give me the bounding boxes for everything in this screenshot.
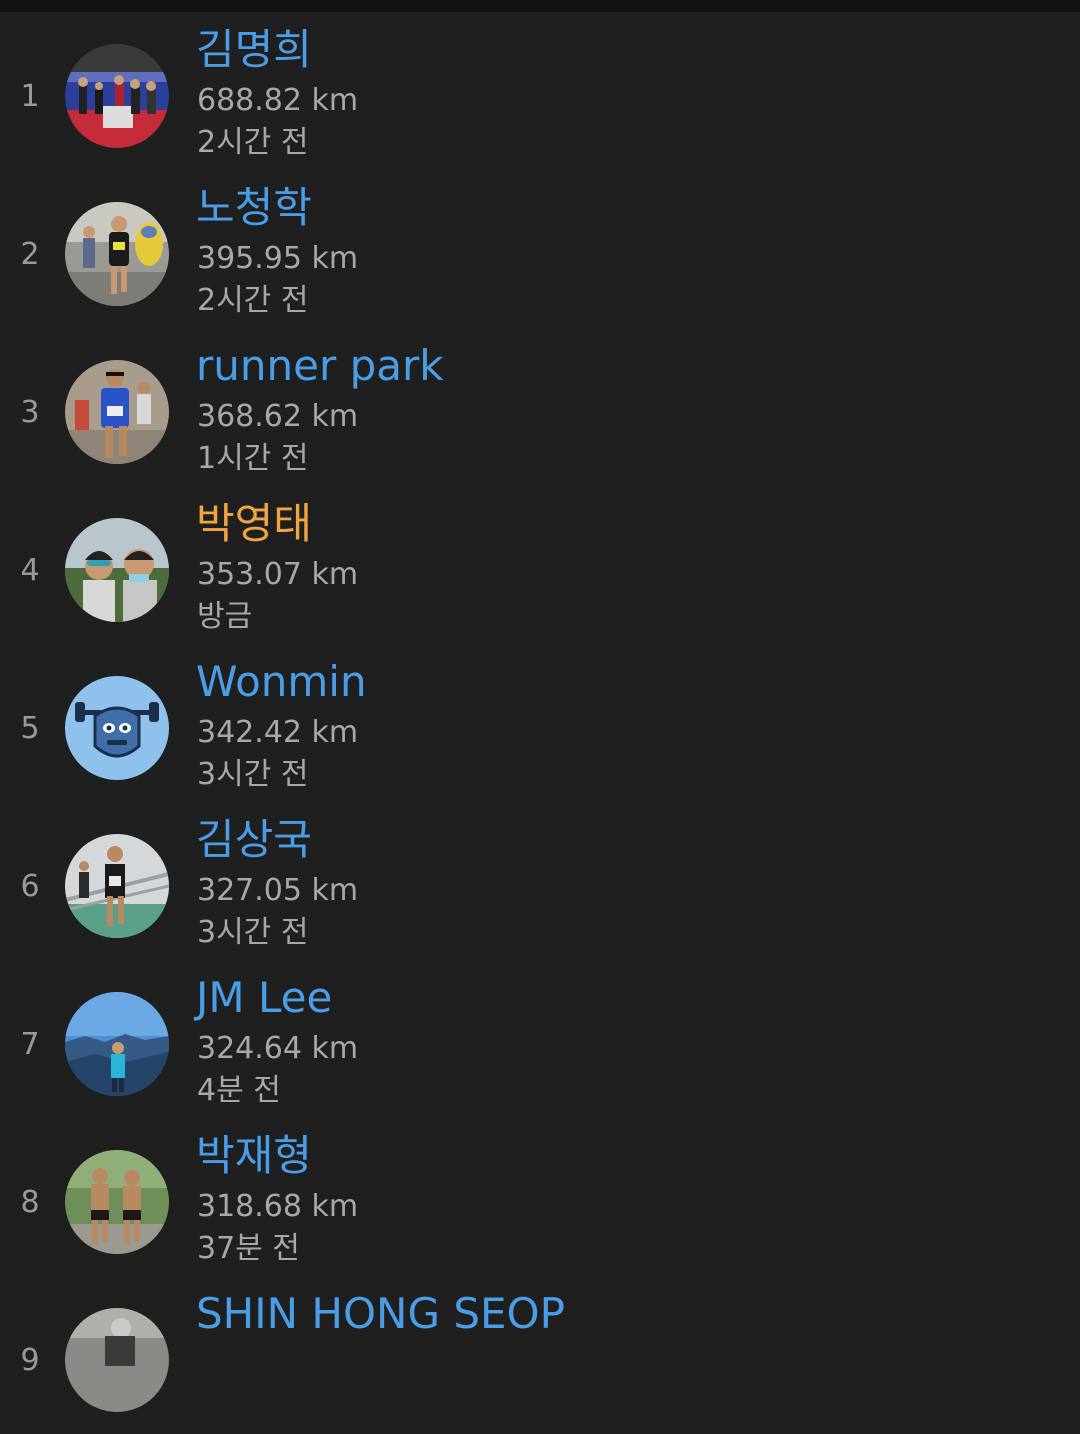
bridge-runner-photo	[65, 834, 169, 938]
leaderboard-row[interactable]: 1 김명희 688.82 km 2시간 전	[0, 12, 1080, 170]
athlete-name[interactable]: 김상국	[196, 814, 312, 866]
leaderboard-row[interactable]: 2 노청학 395.95 km 2시간 전	[0, 170, 1080, 328]
distance-value: 395.95 km	[197, 241, 359, 276]
leaderboard-row[interactable]: 8 박재형 318.68 km 37분 전	[0, 1118, 1080, 1276]
athlete-name[interactable]: Wonmin	[196, 656, 367, 708]
avatar[interactable]	[65, 44, 169, 148]
athlete-name[interactable]: 박재형	[196, 1130, 312, 1182]
distance-value: 688.82 km	[197, 83, 359, 118]
race-podium-photo	[65, 44, 169, 148]
leaderboard-row[interactable]: 9 SHIN HONG SEOP	[0, 1276, 1080, 1434]
avatar[interactable]	[65, 1150, 169, 1254]
rank-number: 1	[20, 79, 40, 114]
last-activity-time: 1시간 전	[197, 441, 309, 476]
avatar[interactable]	[65, 1308, 169, 1412]
last-activity-time: 3시간 전	[197, 915, 309, 950]
marathon-runner-photo	[65, 360, 169, 464]
rank-number: 2	[20, 237, 40, 272]
last-activity-time: 4분 전	[197, 1073, 281, 1108]
athlete-name[interactable]: JM Lee	[196, 972, 332, 1024]
two-friends-selfie-photo	[65, 518, 169, 622]
leaderboard-list: 1 김명희 688.82 km 2시간 전 2 노청학 395.95 km 2시…	[0, 12, 1080, 1434]
athlete-name[interactable]: 노청학	[196, 182, 312, 234]
rank-number: 9	[20, 1343, 40, 1378]
avatar[interactable]	[65, 202, 169, 306]
rank-number: 7	[20, 1027, 40, 1062]
athlete-name[interactable]: 박영태	[196, 498, 312, 550]
leaderboard-row[interactable]: 6 김상국 327.05 km 3시간 전	[0, 802, 1080, 960]
last-activity-time: 2시간 전	[197, 283, 309, 318]
cyclist-photo	[65, 1308, 169, 1412]
last-activity-time: 방금	[197, 599, 253, 634]
athlete-name[interactable]: SHIN HONG SEOP	[196, 1288, 565, 1340]
avatar[interactable]	[65, 360, 169, 464]
avatar[interactable]	[65, 676, 169, 780]
leaderboard-row[interactable]: 3 runner park 368.62 km 1시간 전	[0, 328, 1080, 486]
rank-number: 8	[20, 1185, 40, 1220]
distance-value: 327.05 km	[197, 873, 359, 908]
avatar[interactable]	[65, 992, 169, 1096]
distance-value: 342.42 km	[197, 715, 359, 750]
distance-value: 353.07 km	[197, 557, 359, 592]
last-activity-time: 37분 전	[197, 1231, 300, 1266]
distance-value: 318.68 km	[197, 1189, 359, 1224]
leaderboard-row[interactable]: 5 Wonmin 342.42 km 3시간 전	[0, 644, 1080, 802]
rank-number: 4	[20, 553, 40, 588]
distance-value: 368.62 km	[197, 399, 359, 434]
rank-number: 5	[20, 711, 40, 746]
avatar[interactable]	[65, 518, 169, 622]
leaderboard-row[interactable]: 7 JM Lee 324.64 km 4분 전	[0, 960, 1080, 1118]
distance-value: 324.64 km	[197, 1031, 359, 1066]
rank-number: 3	[20, 395, 40, 430]
status-bar-edge	[0, 0, 1080, 12]
default-mascot-avatar	[65, 676, 169, 780]
athlete-name[interactable]: runner park	[196, 340, 444, 392]
rank-number: 6	[20, 869, 40, 904]
avatar[interactable]	[65, 834, 169, 938]
last-activity-time: 2시간 전	[197, 125, 309, 160]
athlete-name[interactable]: 김명희	[196, 24, 312, 76]
mountain-summit-photo	[65, 992, 169, 1096]
two-runners-photo	[65, 1150, 169, 1254]
last-activity-time: 3시간 전	[197, 757, 309, 792]
leaderboard-row-current-user[interactable]: 4 박영태 353.07 km 방금	[0, 486, 1080, 644]
running-race-photo	[65, 202, 169, 306]
